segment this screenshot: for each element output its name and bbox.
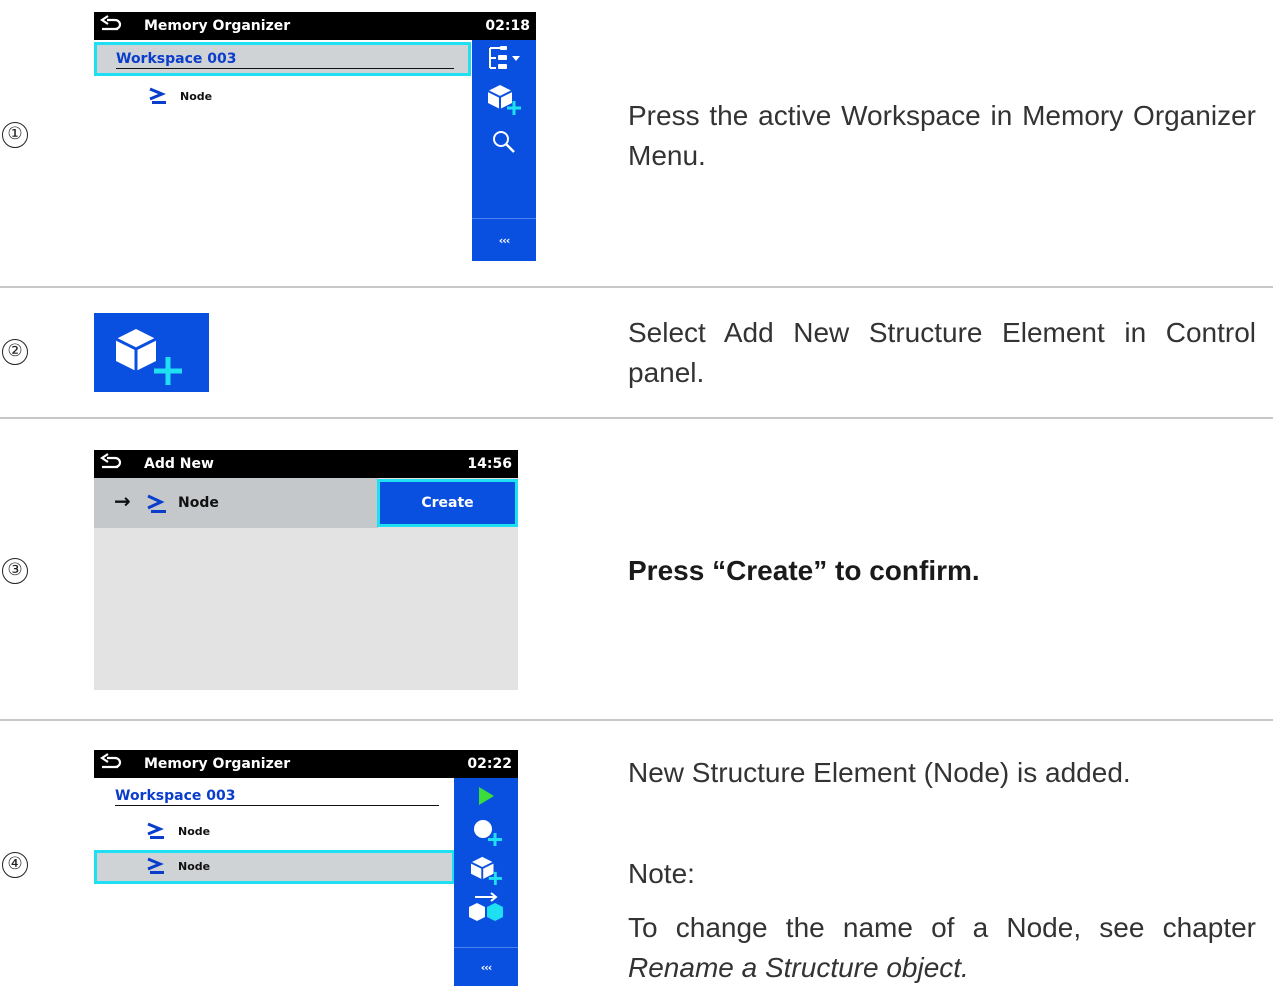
add-structure-button[interactable] — [454, 852, 518, 888]
step-2-description: Select Add New Structure Element in Cont… — [628, 317, 1256, 388]
clock: 02:18 — [485, 18, 530, 34]
play-icon — [479, 787, 494, 805]
add-structure-button[interactable] — [472, 78, 536, 120]
step-number-3: ③ — [2, 558, 28, 584]
divider — [0, 719, 1273, 721]
add-new-screen: Add New 14:56 → Node Create — [94, 450, 518, 690]
step-1-description: Press the active Workspace in Memory Org… — [628, 100, 1256, 171]
clock: 14:56 — [467, 456, 512, 472]
create-button[interactable]: Create — [377, 479, 518, 527]
divider — [0, 417, 1273, 419]
control-panel: ‹‹‹ — [454, 778, 518, 986]
clock: 02:22 — [467, 756, 512, 772]
move-structure-icon — [469, 892, 503, 921]
add-structure-element-icon — [470, 856, 502, 885]
search-icon — [493, 131, 515, 153]
note-text-body: To change the name of a Node, see chapte… — [628, 912, 1256, 943]
back-icon[interactable] — [98, 14, 122, 36]
tree-menu-button[interactable] — [472, 40, 536, 76]
screen-title: Add New — [144, 456, 214, 472]
search-button[interactable] — [472, 122, 536, 162]
memory-organizer-screen-2: Memory Organizer 02:22 Workspace 003 Nod… — [94, 750, 518, 986]
screen-title: Memory Organizer — [144, 756, 291, 772]
note-text: To change the name of a Node, see chapte… — [628, 908, 1256, 988]
panel-divider — [472, 218, 536, 219]
title-bar: Add New 14:56 — [94, 450, 518, 478]
new-item-row[interactable]: → Node — [94, 478, 378, 528]
control-panel: ‹‹‹ — [472, 40, 536, 261]
memory-organizer-screen-1: Memory Organizer 02:18 Workspace 003 Nod… — [94, 12, 536, 261]
more-icon: ‹‹‹ — [498, 233, 511, 247]
step-number-4: ④ — [2, 852, 28, 878]
title-bar: Memory Organizer 02:22 — [94, 750, 518, 778]
workspace-underline — [115, 805, 439, 806]
rename-chapter-link[interactable]: Rename a Structure object. — [628, 948, 1256, 988]
workspace-label[interactable]: Workspace 003 — [115, 788, 235, 804]
node-icon — [147, 857, 164, 874]
more-button[interactable]: ‹‹‹ — [472, 220, 536, 260]
add-structure-element-icon — [115, 329, 182, 385]
node-label: Node — [178, 824, 211, 838]
divider — [0, 286, 1273, 288]
node-row[interactable]: Node — [146, 857, 210, 875]
title-bar: Memory Organizer 02:18 — [94, 12, 536, 40]
more-button[interactable]: ‹‹‹ — [454, 948, 518, 986]
node-row[interactable]: Node — [148, 87, 212, 105]
add-structure-element-button-large — [94, 313, 209, 392]
workspace-underline — [116, 68, 454, 69]
step-3-description: Press “Create” to confirm. — [628, 555, 980, 586]
start-test-button[interactable] — [454, 778, 518, 814]
workspace-label[interactable]: Workspace 003 — [116, 51, 236, 67]
step-number-2: ② — [2, 339, 28, 365]
new-item-label: Node — [178, 495, 219, 511]
node-icon — [147, 494, 166, 513]
add-measurement-button[interactable] — [454, 814, 518, 850]
screen-title: Memory Organizer — [144, 18, 291, 34]
back-icon[interactable] — [98, 752, 122, 774]
add-measurement-icon — [474, 820, 502, 846]
arrow-icon: → — [114, 489, 131, 513]
node-icon — [147, 822, 164, 839]
node-label: Node — [180, 89, 213, 103]
move-structure-button[interactable] — [454, 888, 518, 926]
node-row[interactable]: Node — [146, 822, 210, 840]
note-label: Note: — [628, 858, 695, 889]
create-button-label: Create — [421, 495, 474, 511]
back-icon[interactable] — [98, 452, 122, 474]
node-icon — [149, 87, 166, 104]
add-structure-element-icon — [487, 85, 521, 115]
more-icon: ‹‹‹ — [480, 960, 493, 974]
step-number-1: ① — [2, 122, 28, 148]
step-4-description: New Structure Element (Node) is added. — [628, 757, 1131, 788]
node-label: Node — [178, 859, 211, 873]
tree-menu-icon — [489, 46, 520, 69]
